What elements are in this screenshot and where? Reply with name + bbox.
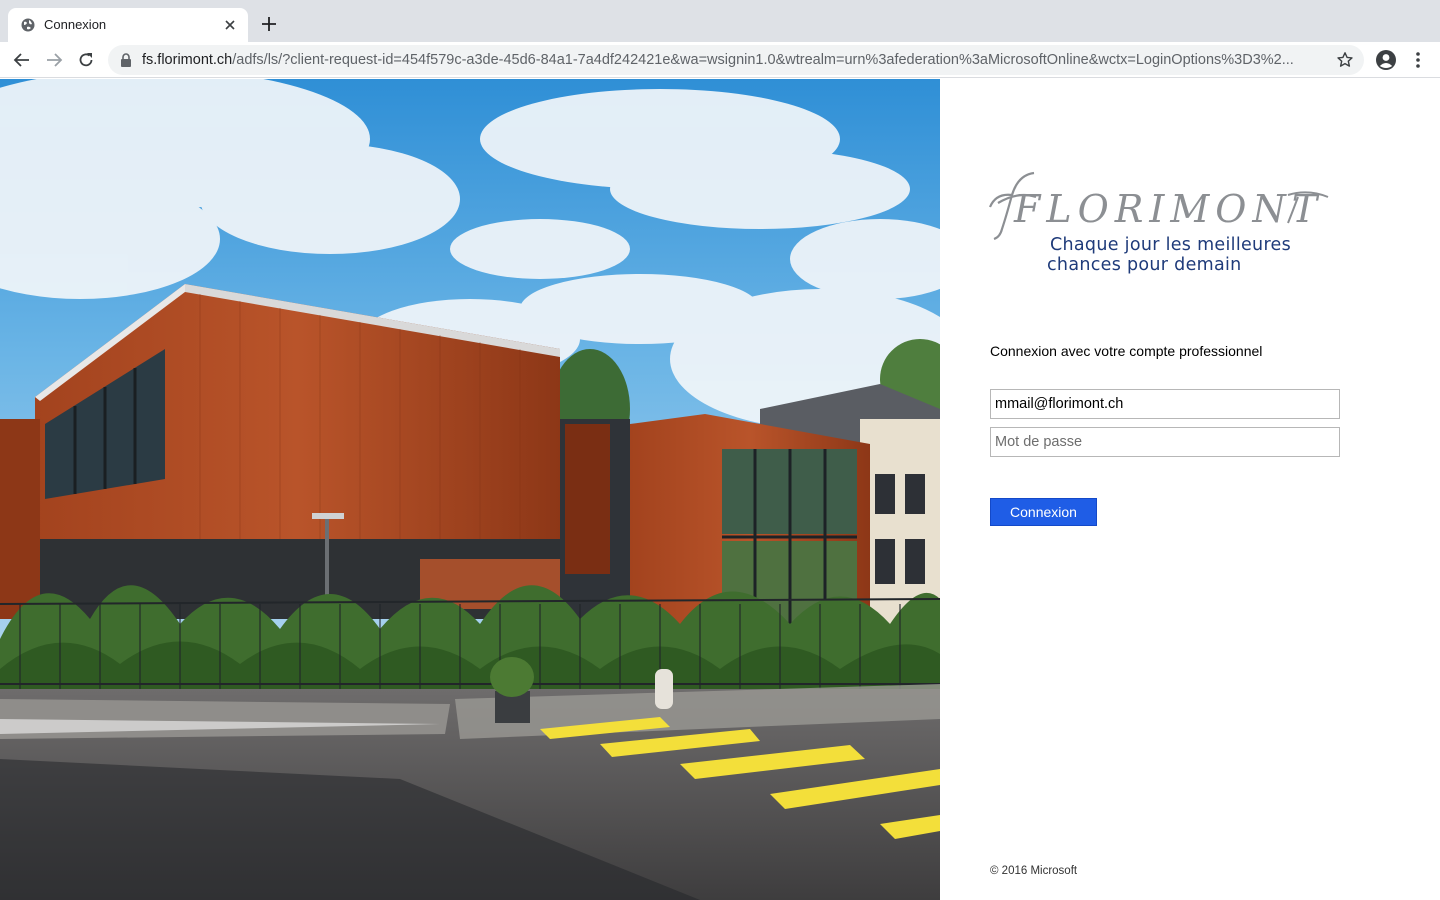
address-bar[interactable]: fs.florimont.ch/adfs/ls/?client-request-… xyxy=(108,45,1364,75)
more-menu-icon[interactable] xyxy=(1409,50,1427,70)
logo-wordmark: FLORIMONT xyxy=(1014,187,1324,231)
hero-photo xyxy=(0,79,940,900)
tab-title: Connexion xyxy=(44,17,107,32)
browser-tab[interactable]: Connexion xyxy=(8,8,248,42)
login-heading: Connexion avec votre compte professionne… xyxy=(990,343,1263,359)
url-host: fs.florimont.ch xyxy=(142,52,233,68)
school-building-illustration xyxy=(0,79,940,900)
password-input[interactable] xyxy=(990,427,1340,457)
username-input[interactable] xyxy=(990,389,1340,419)
profile-avatar-icon[interactable] xyxy=(1375,49,1397,71)
url-path: /adfs/ls/?client-request-id=454f579c-a3d… xyxy=(232,52,1294,68)
new-tab-icon[interactable] xyxy=(260,15,278,33)
logo-tagline-line2: chances pour demain xyxy=(1047,255,1242,275)
browser-tabstrip: Connexion xyxy=(0,0,1440,42)
login-panel: FLORIMONT Chaque jour les meilleures cha… xyxy=(940,79,1440,900)
copyright-footer: © 2016 Microsoft xyxy=(990,865,1078,877)
browser-toolbar: fs.florimont.ch/adfs/ls/?client-request-… xyxy=(0,42,1440,78)
sign-in-button[interactable]: Connexion xyxy=(990,498,1097,526)
forward-arrow-icon[interactable] xyxy=(44,50,64,70)
logo-tagline-line1: Chaque jour les meilleures xyxy=(1050,235,1292,255)
bookmark-star-icon[interactable] xyxy=(1336,51,1354,69)
globe-icon xyxy=(21,18,35,32)
close-icon[interactable] xyxy=(222,17,238,33)
back-arrow-icon[interactable] xyxy=(12,50,32,70)
reload-icon[interactable] xyxy=(76,50,96,70)
florimont-logo: FLORIMONT Chaque jour les meilleures cha… xyxy=(988,167,1338,282)
lock-icon[interactable] xyxy=(120,53,132,67)
url-text[interactable]: fs.florimont.ch/adfs/ls/?client-request-… xyxy=(142,52,1322,68)
